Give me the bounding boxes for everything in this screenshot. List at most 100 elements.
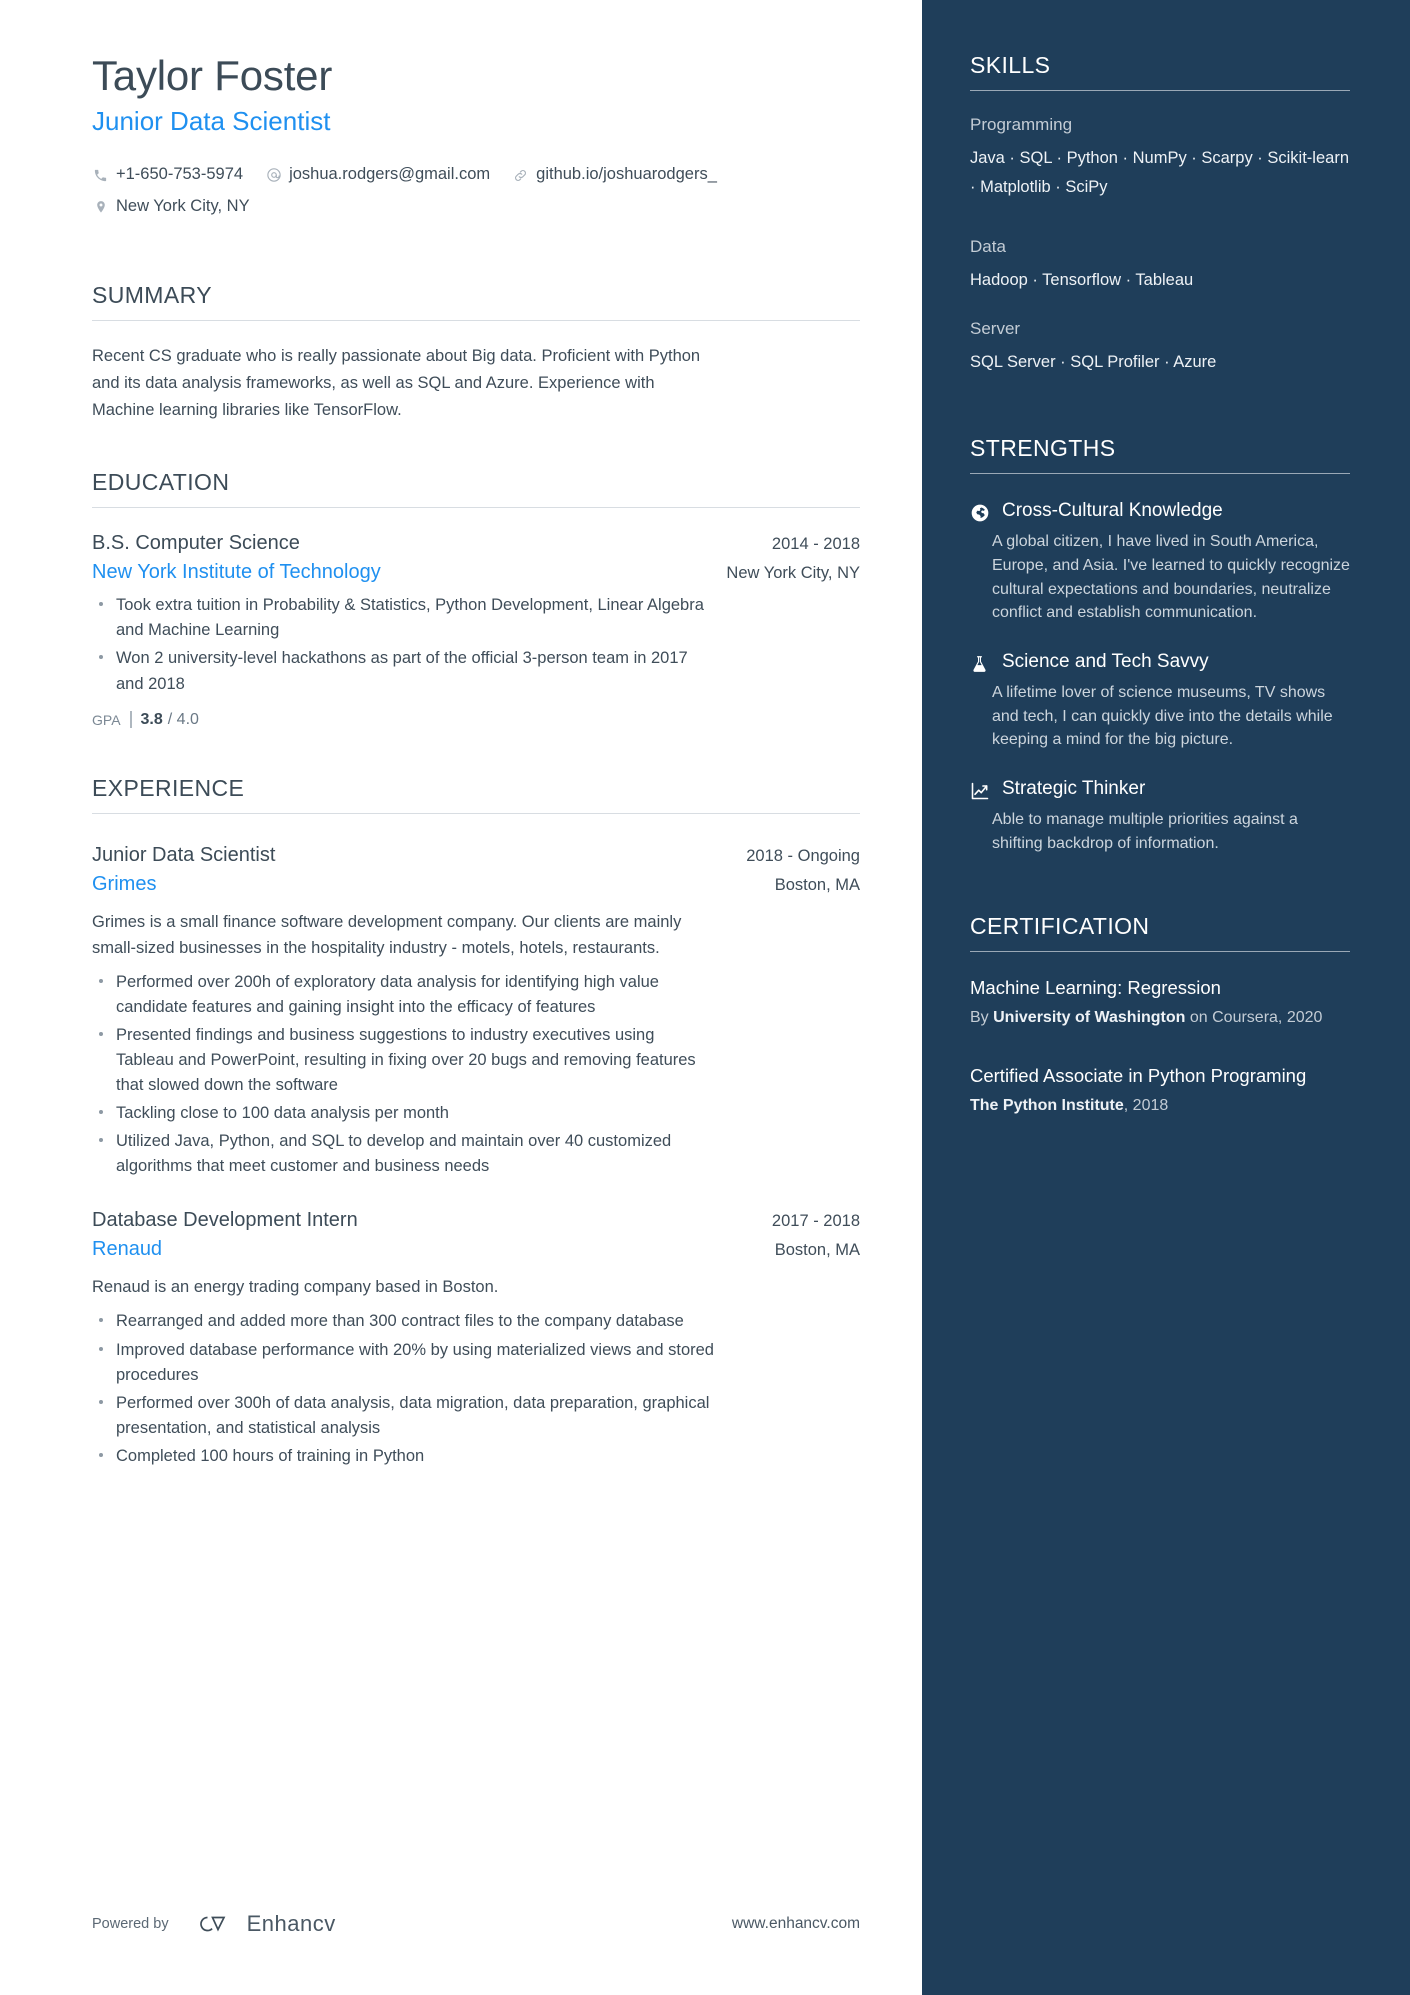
skill-group-label: Server: [970, 319, 1021, 339]
section-strengths: STRENGTHS Cross-Cultural Knowledge A glo…: [970, 435, 1350, 855]
link-icon: [512, 167, 529, 184]
list-item: Completed 100 hours of training in Pytho…: [92, 1444, 714, 1469]
strength-name: Science and Tech Savvy: [1002, 651, 1209, 673]
section-education: EDUCATION B.S. Computer Science 2014 - 2…: [92, 469, 860, 729]
experience-location: Boston, MA: [774, 1241, 860, 1260]
list-item: Presented findings and business suggesti…: [92, 1023, 714, 1098]
list-item: Won 2 university-level hackathons as par…: [92, 646, 714, 696]
footer: Powered by Enhancv www.enhancv.com: [92, 1911, 860, 1937]
education-entry: B.S. Computer Science 2014 - 2018 New Yo…: [92, 532, 860, 729]
experience-entry-sub: Grimes Boston, MA: [92, 873, 860, 896]
strength-body: Strategic Thinker: [1002, 778, 1350, 801]
experience-location: Boston, MA: [774, 875, 860, 894]
strength-item: Cross-Cultural Knowledge: [970, 500, 1350, 523]
certification-issuer: The Python Institute: [970, 1096, 1124, 1114]
experience-role: Database Development Intern: [92, 1209, 358, 1232]
skill-group-programming: Programming Java · SQL · Python · NumPy …: [970, 115, 1350, 203]
list-item: Tackling close to 100 data analysis per …: [92, 1101, 714, 1126]
strength-body: Science and Tech Savvy: [1002, 651, 1350, 674]
strength-item: Strategic Thinker: [970, 778, 1350, 801]
gpa-value: 3.8: [140, 710, 163, 728]
education-section-title: EDUCATION: [92, 469, 860, 509]
experience-description: Renaud is an energy trading company base…: [92, 1278, 499, 1297]
skill-group-server: Server SQL Server · SQL Profiler · Azure: [970, 319, 1350, 377]
strength-item: Science and Tech Savvy: [970, 651, 1350, 674]
experience-date: 2018 - Ongoing: [746, 846, 860, 865]
contact-website-text: github.io/joshuarodgers_: [536, 165, 717, 184]
experience-entry-head: Junior Data Scientist 2018 - Ongoing: [92, 844, 860, 867]
summary-text: Recent CS graduate who is really passion…: [92, 347, 701, 419]
experience-entry: Junior Data Scientist 2018 - Ongoing Gri…: [92, 844, 860, 1180]
contact-row-primary: +1-650-753-5974 joshua.rodgers@gmail.com: [92, 159, 860, 190]
section-certification: CERTIFICATION Machine Learning: Regressi…: [970, 913, 1350, 1117]
contact-location-text: New York City, NY: [116, 196, 250, 215]
powered-by-block: Powered by Enhancv: [92, 1911, 336, 1937]
globe-icon: [970, 503, 992, 523]
main-column: Taylor Foster Junior Data Scientist +1-6…: [0, 0, 922, 1995]
contact-website[interactable]: github.io/joshuarodgers_: [512, 159, 717, 190]
enhancv-wordmark: Enhancv: [246, 1911, 336, 1936]
skill-group-items: Hadoop · Tensorflow · Tableau: [970, 270, 1194, 289]
list-item: Improved database performance with 20% b…: [92, 1338, 714, 1388]
experience-bullet-list: Performed over 200h of exploratory data …: [92, 970, 860, 1180]
contact-email[interactable]: joshua.rodgers@gmail.com: [265, 159, 490, 190]
experience-date: 2017 - 2018: [771, 1212, 860, 1231]
candidate-job-title: Junior Data Scientist: [92, 106, 331, 137]
section-summary: SUMMARY Recent CS graduate who is really…: [92, 282, 860, 423]
strength-description: Able to manage multiple priorities again…: [992, 811, 1298, 852]
strength-description: A global citizen, I have lived in South …: [992, 533, 1350, 622]
education-degree: B.S. Computer Science: [92, 532, 300, 555]
experience-role: Junior Data Scientist: [92, 843, 276, 866]
enhancv-logo[interactable]: Enhancv: [191, 1911, 336, 1937]
skill-group-data: Data Hadoop · Tensorflow · Tableau: [970, 237, 1350, 295]
experience-entry-sub: Renaud Boston, MA: [92, 1238, 860, 1261]
gpa-label: GPA: [92, 711, 121, 728]
education-entry-sub: New York Institute of Technology New Yor…: [92, 561, 860, 584]
certification-section-title: CERTIFICATION: [970, 913, 1350, 953]
list-item: Performed over 300h of data analysis, da…: [92, 1391, 714, 1441]
certification-meta-prefix: By: [970, 1009, 994, 1027]
certification-meta-suffix: , 2018: [1123, 1096, 1169, 1114]
flask-icon: [970, 654, 992, 674]
strength-description: A lifetime lover of science museums, TV …: [992, 684, 1333, 749]
skill-group-label: Programming: [970, 115, 1073, 134]
list-item: Took extra tuition in Probability & Stat…: [92, 593, 714, 643]
experience-bullet-list: Rearranged and added more than 300 contr…: [92, 1309, 860, 1468]
email-icon: [265, 167, 282, 184]
contact-block: +1-650-753-5974 joshua.rodgers@gmail.com: [92, 159, 860, 222]
powered-by-label: Powered by: [92, 1916, 169, 1932]
contact-phone-text: +1-650-753-5974: [116, 165, 244, 184]
certification-item: Machine Learning: Regression By Universi…: [970, 976, 1350, 1029]
skill-group-label: Data: [970, 236, 1006, 256]
education-school[interactable]: New York Institute of Technology: [92, 561, 381, 584]
section-experience: EXPERIENCE Junior Data Scientist 2018 - …: [92, 775, 860, 1469]
resume-document: Taylor Foster Junior Data Scientist +1-6…: [0, 0, 1410, 1995]
gpa-divider: [129, 711, 132, 729]
footer-url[interactable]: www.enhancv.com: [732, 1915, 860, 1933]
list-item: Performed over 200h of exploratory data …: [92, 970, 714, 1020]
certification-item: Certified Associate in Python Programing…: [970, 1064, 1350, 1117]
experience-entry: Database Development Intern 2017 - 2018 …: [92, 1209, 860, 1469]
certification-meta: The Python Institute, 2018: [970, 1095, 1350, 1118]
contact-location[interactable]: New York City, NY: [92, 191, 250, 222]
trend-up-icon: [970, 781, 992, 801]
section-skills: SKILLS Programming Java · SQL · Python ·…: [970, 52, 1350, 377]
contact-row-location: New York City, NY: [92, 191, 860, 222]
certification-issuer: University of Washington: [993, 1009, 1186, 1027]
experience-section-title: EXPERIENCE: [92, 775, 860, 814]
certification-name: Certified Associate in Python Programing: [970, 1064, 1307, 1086]
education-location: New York City, NY: [726, 564, 860, 583]
certification-meta: By University of Washington on Coursera,…: [970, 1007, 1350, 1030]
contact-phone[interactable]: +1-650-753-5974: [92, 159, 243, 190]
skills-section-title: SKILLS: [970, 52, 1350, 91]
summary-section-title: SUMMARY: [92, 282, 860, 322]
experience-company[interactable]: Renaud: [92, 1238, 162, 1261]
candidate-name: Taylor Foster: [92, 52, 333, 99]
sidebar: SKILLS Programming Java · SQL · Python ·…: [922, 0, 1410, 1995]
experience-company[interactable]: Grimes: [92, 873, 156, 896]
gpa-row: GPA 3.8 / 4.0: [92, 711, 860, 729]
strength-name: Cross-Cultural Knowledge: [1002, 500, 1223, 522]
enhancv-mark-icon: [199, 1916, 225, 1932]
skill-group-items: SQL Server · SQL Profiler · Azure: [970, 353, 1217, 372]
education-entry-head: B.S. Computer Science 2014 - 2018: [92, 532, 860, 555]
